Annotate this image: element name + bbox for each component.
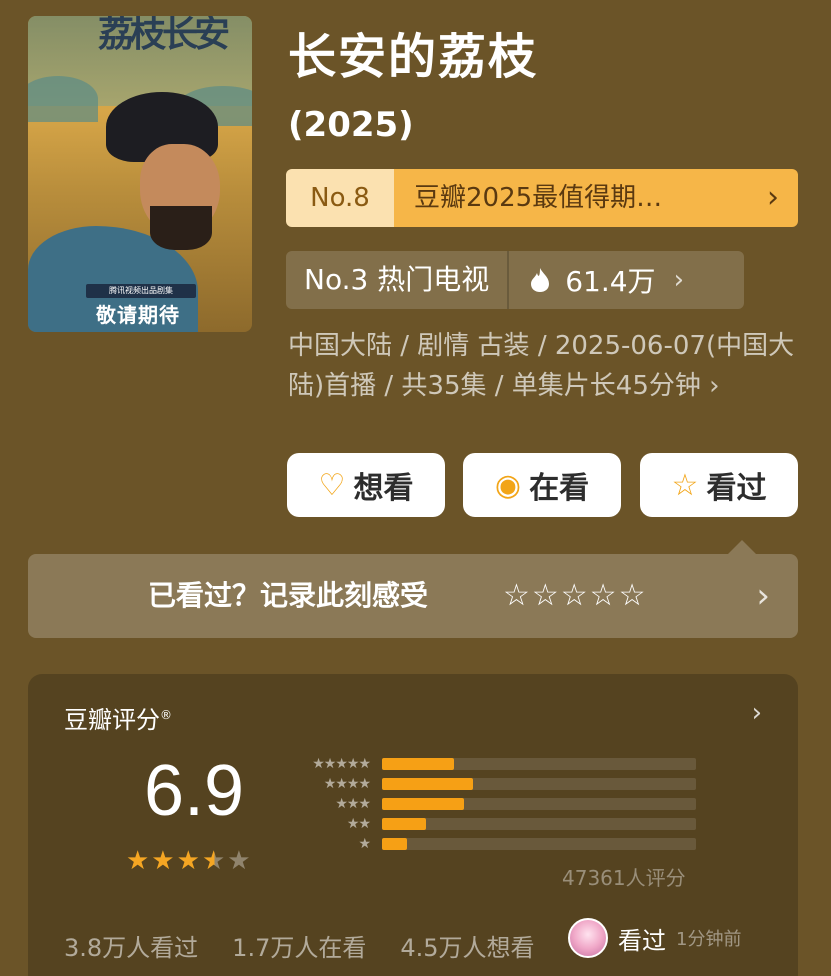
distribution-bar-fill (382, 758, 455, 770)
want-to-watch-label: 想看 (353, 471, 414, 506)
page-title: 长安的荔枝 (288, 29, 539, 85)
activity-toast: 看过 1分钟前 (568, 918, 741, 958)
want-to-watch-button[interactable]: ♡ 想看 (287, 453, 445, 517)
watching-label: 在看 (529, 471, 590, 506)
registered-mark: ® (160, 708, 172, 722)
watching-button[interactable]: ◉ 在看 (463, 453, 621, 517)
distribution-star-label: ★ (358, 836, 371, 852)
rating-label: 豆瓣评分 (64, 706, 160, 734)
chevron-right-icon: › (673, 265, 684, 295)
poster-tag: 腾讯视频出品剧集 (86, 284, 196, 298)
distribution-bar-track (382, 798, 696, 810)
distribution-bar-track (382, 778, 696, 790)
distribution-bar-track (382, 758, 696, 770)
distribution-bar-fill (382, 798, 464, 810)
rating-distribution-row: ★★★★ (292, 774, 696, 794)
rating-distribution-row: ★★ (292, 814, 696, 834)
show-meta-info[interactable]: 中国大陆 / 剧情 古装 / 2025-06-07(中国大陆)首播 / 共35集… (288, 326, 808, 406)
star-filled-icon: ★★★ (126, 846, 202, 876)
rating-distribution-row: ★★★ (292, 794, 696, 814)
toast-action: 看过 (618, 926, 666, 955)
distribution-bar-fill (382, 818, 426, 830)
heat-value-group: 61.4万 › (509, 251, 684, 309)
target-icon: ◉ (494, 467, 522, 503)
douban-rating-card[interactable]: 豆瓣评分® › 6.9 ★★★★★ ★★★★★ ★★★★ ★★★ ★★ ★ 47361人… (28, 674, 798, 976)
distribution-bar-track (382, 838, 696, 850)
watch-stats: 3.8万人看过 1.7万人在看 4.5万人想看 (64, 928, 535, 963)
rank-primary-number: No.8 (286, 169, 394, 227)
poster-banner: 敬请期待 (96, 303, 180, 327)
chevron-right-icon: › (756, 576, 770, 616)
release-year: (2025) (288, 105, 414, 145)
star-empty-icon: ★ (227, 846, 253, 876)
distribution-bar-fill (382, 838, 408, 850)
flame-icon (531, 268, 550, 292)
distribution-star-label: ★★ (346, 816, 371, 832)
chevron-right-icon: › (748, 169, 798, 227)
distribution-star-label: ★★★ (335, 796, 371, 812)
distribution-star-label: ★★★★★ (312, 756, 371, 772)
rating-header: 豆瓣评分® (64, 700, 172, 735)
heat-value: 61.4万 (565, 265, 656, 298)
chevron-right-icon: › (751, 698, 762, 728)
rating-stars: ★★★★★ (126, 846, 253, 876)
avatar (568, 918, 608, 958)
rank-primary-text: 豆瓣2025最值得期… (394, 169, 748, 227)
star-icon: ☆ (671, 467, 699, 503)
poster-figure-beard (150, 206, 212, 250)
watching-count[interactable]: 1.7万人在看 (232, 928, 366, 963)
distribution-bar-track (382, 818, 696, 830)
pointer-arrow (728, 540, 756, 554)
rating-score: 6.9 (144, 751, 245, 831)
rank-secondary-banner[interactable]: No.3 热门电视 61.4万 › (286, 251, 744, 309)
poster-hill (28, 76, 98, 122)
poster-title-art: 荔枝长安 (98, 16, 230, 55)
rating-distribution-row: ★ (292, 834, 696, 854)
distribution-bar-fill (382, 778, 474, 790)
rating-count: 47361人评分 (562, 866, 686, 890)
watched-label: 看过 (706, 471, 767, 506)
rating-distribution-row: ★★★★★ (292, 754, 696, 774)
star-half-icon: ★ (201, 846, 228, 876)
hot-tv-rank: No.3 热门电视 (304, 263, 490, 296)
poster-image[interactable]: 荔枝长安 腾讯视频出品剧集 敬请期待 (28, 16, 252, 332)
watched-button[interactable]: ☆ 看过 (640, 453, 798, 517)
watched-count[interactable]: 3.8万人看过 (64, 928, 198, 963)
record-feeling-bar[interactable]: 已看过？记录此刻感受 ☆☆☆☆☆ › (28, 540, 798, 638)
star-rating-input[interactable]: ☆☆☆☆☆ (503, 554, 647, 638)
rank-primary-banner[interactable]: No.8 豆瓣2025最值得期… › (286, 169, 798, 227)
want-count[interactable]: 4.5万人想看 (400, 928, 534, 963)
record-feeling-label: 已看过？记录此刻感受 (148, 579, 429, 612)
toast-time: 1分钟前 (676, 929, 742, 950)
heart-plus-icon: ♡ (318, 467, 346, 503)
distribution-star-label: ★★★★ (323, 776, 371, 792)
